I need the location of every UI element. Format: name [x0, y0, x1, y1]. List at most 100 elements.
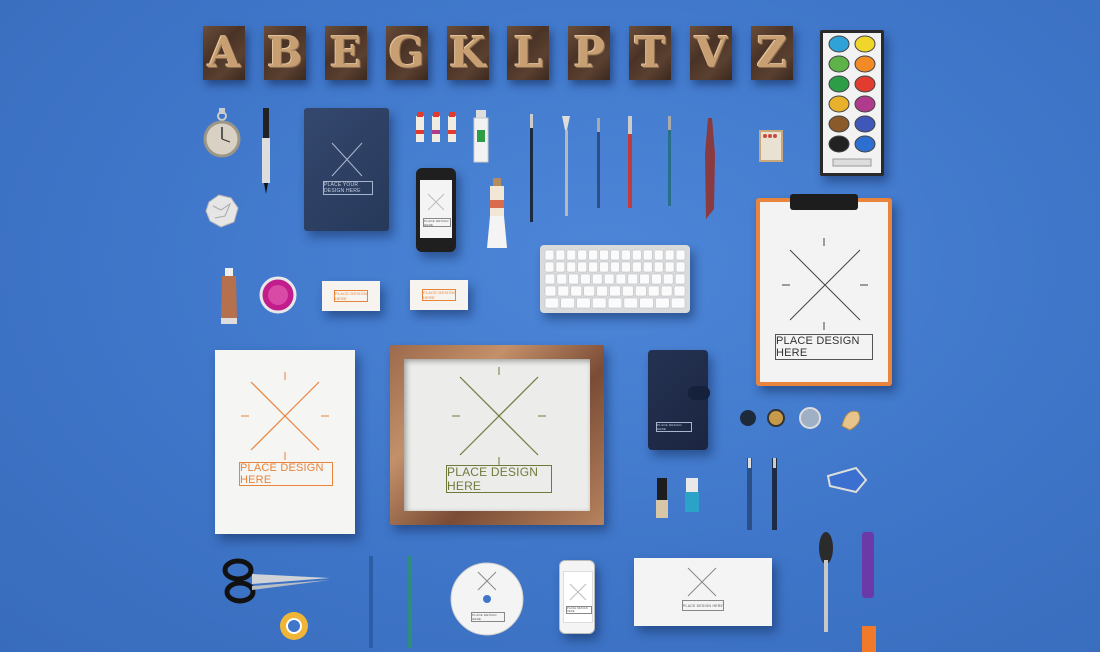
keyboard-key: [592, 273, 603, 285]
mockup-scene: A B E G K L P T V Z PLACE YOUR DESIGN HE…: [0, 0, 1100, 652]
paint-pan: [828, 115, 850, 133]
paint-pan: [854, 75, 876, 93]
envelope-label: PLACE DESIGN HERE: [682, 600, 724, 611]
paint-pan: [828, 135, 850, 153]
paint-tubes: [414, 112, 464, 148]
clipboard-clip: [790, 194, 858, 210]
letter-block-glyph: G: [388, 28, 425, 77]
letter-block: T: [629, 26, 672, 80]
clipboard: PLACE DESIGN HERE: [756, 194, 892, 386]
pencils: [366, 556, 418, 650]
paint-pan: [854, 95, 876, 113]
keyboard-key: [610, 249, 620, 261]
paint-pan: [828, 55, 850, 73]
keyboard-key: [599, 249, 609, 261]
paint-pan: [854, 135, 876, 153]
keyboard-key: [653, 249, 664, 261]
paint-tube-large: [472, 110, 492, 164]
keyboard-key: [663, 273, 674, 285]
keyboard-key: [632, 249, 642, 261]
paper-sheet: PLACE DESIGN HERE: [215, 350, 355, 534]
smartphone-label: PLACE DESIGN HERE: [423, 218, 451, 227]
keyboard-key: [639, 273, 650, 285]
iphone-label: PLACE DESIGN HERE: [566, 606, 592, 614]
keyboard-key: [544, 297, 560, 309]
keyboard: [540, 245, 690, 313]
paint-tube-small: [832, 158, 872, 167]
watercolor-palette: [820, 30, 884, 176]
highlighter: [860, 532, 876, 600]
paint-pan: [828, 95, 850, 113]
smartphone-screen: PLACE DESIGN HERE: [420, 180, 452, 238]
letter-block: G: [385, 26, 428, 80]
tape-roll: [278, 610, 310, 642]
keyboard-key: [599, 261, 609, 273]
keyboard-key: [596, 285, 608, 297]
smartphone: PLACE DESIGN HERE: [416, 168, 456, 252]
paper-sheet-label: PLACE DESIGN HERE: [239, 462, 333, 486]
palette-knife: [705, 118, 715, 219]
crumpled-paper: [203, 192, 241, 230]
keyboard-key: [632, 261, 642, 273]
picture-frame-label: PLACE DESIGN HERE: [446, 465, 552, 493]
matchbox: [759, 130, 783, 162]
keyboard-key: [609, 285, 621, 297]
letter-block-glyph: A: [207, 28, 241, 77]
keyboard-key: [568, 273, 579, 285]
fountain-pen: [816, 530, 836, 634]
keyboard-key: [577, 261, 587, 273]
notebook-label: PLACE YOUR DESIGN HERE: [323, 181, 373, 195]
keyboard-key: [675, 249, 686, 261]
keyboard-key: [560, 297, 575, 309]
letter-block-glyph: E: [329, 28, 362, 77]
keyboard-key: [648, 285, 660, 297]
letter-block-glyph: V: [694, 28, 728, 77]
keyboard-key: [639, 297, 654, 309]
keyboard-key: [576, 297, 591, 309]
scissors: [222, 556, 332, 604]
paint-pan: [828, 35, 850, 53]
keyboard-key: [592, 297, 607, 309]
paint-pan: [854, 115, 876, 133]
keyboard-keys: [544, 249, 686, 309]
letter-block-glyph: T: [634, 28, 666, 77]
keyboard-key: [566, 261, 577, 273]
letter-block: E: [324, 26, 367, 80]
letter-block: P: [568, 26, 611, 80]
business-card-2-label: PLACE DESIGN HERE: [422, 289, 456, 301]
keyboard-key: [603, 273, 615, 285]
wallet-label: PLACE DESIGN HERE: [656, 422, 692, 432]
stopwatch: [203, 108, 241, 158]
keyboard-key: [674, 273, 686, 285]
brush: [562, 116, 570, 216]
paint-tube-standing: [486, 178, 508, 250]
keyboard-key: [607, 297, 623, 309]
keyboard-key: [655, 297, 670, 309]
iphone-screen: PLACE DESIGN HERE: [563, 571, 593, 623]
letter-block-glyph: Z: [756, 28, 788, 77]
keyboard-key: [643, 261, 653, 273]
paint-pan: [854, 35, 876, 53]
letter-blocks: A B E G K L P T V Z: [203, 26, 793, 82]
keyboard-key: [673, 285, 686, 297]
clipboard-label: PLACE DESIGN HERE: [775, 334, 873, 360]
picture-frame-canvas: PLACE DESIGN HERE: [404, 359, 590, 511]
keyboard-key: [577, 249, 587, 261]
keyboard-key: [544, 249, 555, 261]
keyboard-key: [660, 285, 673, 297]
cd-label: PLACE DESIGN HERE: [471, 612, 505, 622]
wallet-clasp: [688, 386, 710, 400]
clipboard-paper: PLACE DESIGN HERE: [760, 202, 888, 382]
keyboard-key: [588, 249, 598, 261]
keyboard-key: [570, 285, 582, 297]
keyboard-key: [580, 273, 591, 285]
leather-wallet: PLACE DESIGN HERE: [648, 350, 710, 450]
keyboard-key: [557, 285, 570, 297]
keyboard-key: [544, 285, 557, 297]
keyboard-key: [664, 249, 675, 261]
business-card-1-label: PLACE DESIGN HERE: [334, 290, 368, 302]
keyboard-key: [670, 297, 686, 309]
brush: [597, 118, 600, 208]
keyboard-key: [627, 273, 638, 285]
keyboard-key: [555, 261, 566, 273]
